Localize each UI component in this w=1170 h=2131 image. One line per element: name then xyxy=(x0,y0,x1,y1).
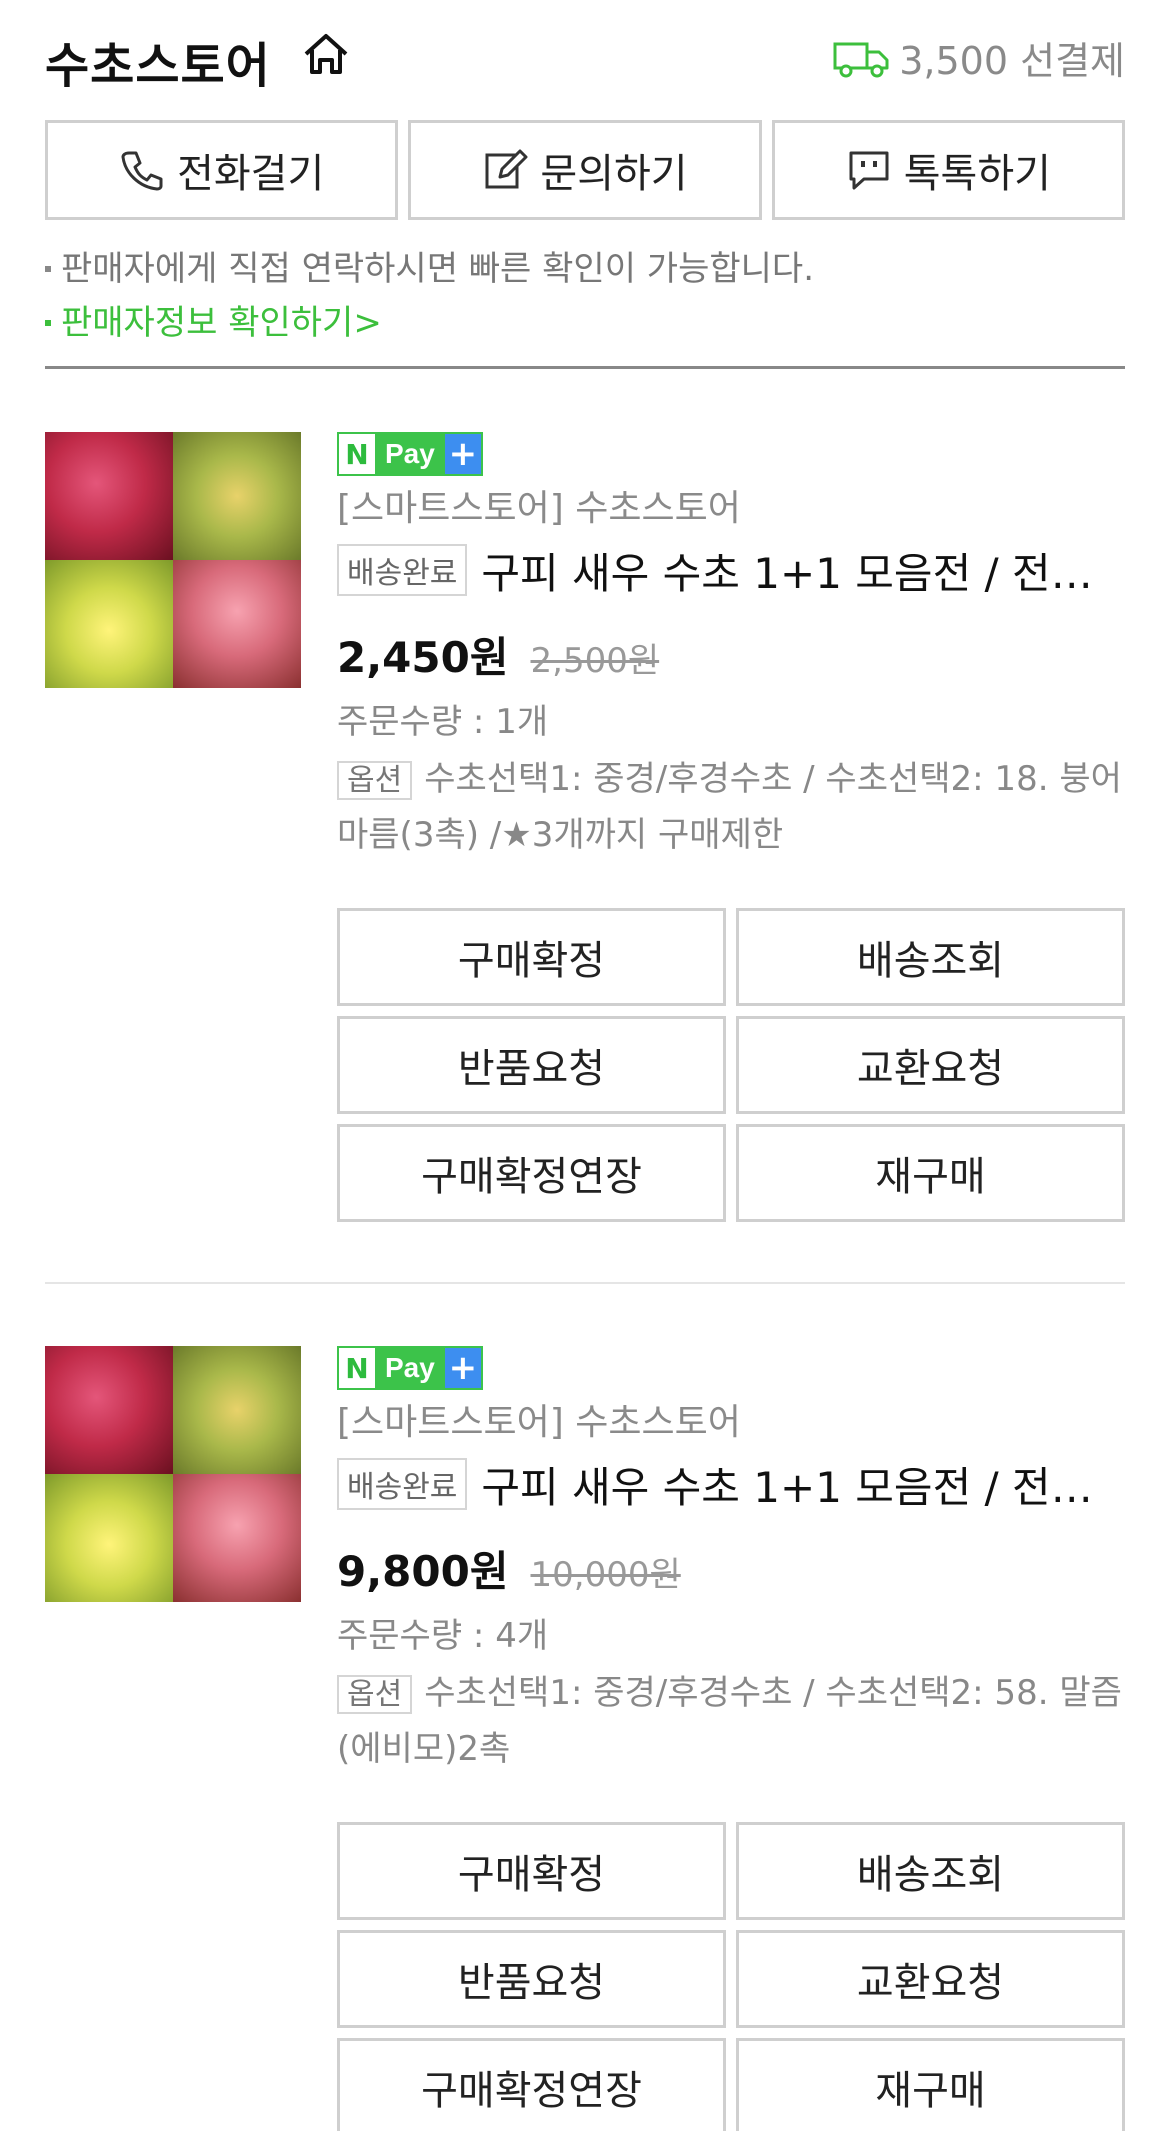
plus-icon: + xyxy=(444,434,481,474)
option-badge: 옵션 xyxy=(337,761,413,800)
option-text: 수초선택1: 중경/후경수초 / 수초선택2: 58. 말즘(에비모)2촉 xyxy=(337,1673,1122,1769)
option-badge: 옵션 xyxy=(337,1675,413,1714)
product-thumbnail[interactable] xyxy=(45,432,301,688)
store-title[interactable]: 수초스토어 xyxy=(45,26,271,96)
talktalk-button[interactable]: 톡톡하기 xyxy=(771,120,1125,220)
status-badge: 배송완료 xyxy=(337,544,468,596)
call-button[interactable]: 전화걸기 xyxy=(45,120,399,220)
notice-text: 판매자에게 직접 연락하시면 빠른 확인이 가능합니다. xyxy=(61,249,815,289)
confirm-purchase-button[interactable]: 구매확정 xyxy=(337,1822,726,1920)
order-divider xyxy=(45,1282,1125,1284)
npay-label: Pay xyxy=(375,1348,445,1388)
chat-icon xyxy=(849,151,889,190)
repurchase-button[interactable]: 재구매 xyxy=(736,1124,1125,1222)
naver-n-icon: N xyxy=(339,1348,375,1388)
order-option: 옵션 수초선택1: 중경/후경수초 / 수초선택2: 58. 말즘(에비모)2촉 xyxy=(337,1666,1125,1776)
seller-name[interactable]: [스마트스토어] 수초스토어 xyxy=(337,1398,1125,1448)
order-actions: 구매확정 배송조회 반품요청 교환요청 구매확정연장 재구매 xyxy=(337,1822,1125,2131)
contact-buttons: 전화걸기 문의하기 톡톡하기 xyxy=(45,120,1125,220)
product-name[interactable]: 구피 새우 수초 1+1 모음전 / 전국 최저가 수초 할인 xyxy=(481,540,1125,601)
track-delivery-button[interactable]: 배송조회 xyxy=(736,1822,1125,1920)
call-button-label: 전화걸기 xyxy=(177,151,325,197)
home-icon[interactable] xyxy=(300,28,352,80)
inquiry-button-label: 문의하기 xyxy=(540,151,688,197)
extend-confirm-button[interactable]: 구매확정연장 xyxy=(337,1124,726,1222)
phone-icon xyxy=(121,151,163,191)
confirm-purchase-button[interactable]: 구매확정 xyxy=(337,908,726,1006)
return-request-button[interactable]: 반품요청 xyxy=(337,1930,726,2028)
order-actions: 구매확정 배송조회 반품요청 교환요청 구매확정연장 재구매 xyxy=(337,908,1125,1222)
seller-info-link[interactable]: 판매자정보 확인하기> xyxy=(61,296,382,350)
repurchase-button[interactable]: 재구매 xyxy=(736,2038,1125,2131)
order-quantity: 주문수량 : 4개 xyxy=(337,1616,549,1656)
plus-icon: + xyxy=(444,1348,481,1388)
original-price: 2,500원 xyxy=(530,641,660,681)
return-request-button[interactable]: 반품요청 xyxy=(337,1016,726,1114)
shipping-text: 3,500 선결제 xyxy=(899,39,1125,83)
order-info: N Pay + [스마트스토어] 수초스토어 배송완료 구피 새우 수초 1+1… xyxy=(337,1346,1125,1776)
order-option: 옵션 수초선택1: 중경/후경수초 / 수초선택2: 18. 붕어마름(3촉) /… xyxy=(337,752,1125,862)
status-badge: 배송완료 xyxy=(337,1458,468,1510)
seller-name[interactable]: [스마트스토어] 수초스토어 xyxy=(337,484,1125,534)
npay-plus-badge: N Pay + xyxy=(337,432,483,476)
exchange-request-button[interactable]: 교환요청 xyxy=(736,1016,1125,1114)
product-name[interactable]: 구피 새우 수초 1+1 모음전 / 전국 최저가 수초 할인 xyxy=(481,1454,1125,1515)
order-quantity: 주문수량 : 1개 xyxy=(337,702,549,742)
shipping-fee: 3,500 선결제 xyxy=(833,30,1125,85)
extend-confirm-button[interactable]: 구매확정연장 xyxy=(337,2038,726,2131)
price: 2,450원 xyxy=(337,633,509,682)
product-thumbnail[interactable] xyxy=(45,1346,301,1602)
option-text: 수초선택1: 중경/후경수초 / 수초선택2: 18. 붕어마름(3촉) /★3… xyxy=(337,759,1122,855)
track-delivery-button[interactable]: 배송조회 xyxy=(736,908,1125,1006)
exchange-request-button[interactable]: 교환요청 xyxy=(736,1930,1125,2028)
price: 9,800원 xyxy=(337,1547,509,1596)
inquiry-button[interactable]: 문의하기 xyxy=(408,120,762,220)
original-price: 10,000원 xyxy=(530,1555,681,1595)
bullet xyxy=(45,266,51,272)
order-info: N Pay + [스마트스토어] 수초스토어 배송완료 구피 새우 수초 1+1… xyxy=(337,432,1125,862)
bullet xyxy=(45,320,51,326)
edit-icon xyxy=(485,149,528,189)
truck-icon xyxy=(833,42,889,77)
section-divider xyxy=(45,366,1125,369)
naver-n-icon: N xyxy=(339,434,375,474)
talktalk-button-label: 톡톡하기 xyxy=(903,151,1051,197)
npay-label: Pay xyxy=(375,434,445,474)
npay-plus-badge: N Pay + xyxy=(337,1346,483,1390)
store-header: 수초스토어 3,500 선결제 xyxy=(45,20,1125,94)
contact-notice: 판매자에게 직접 연락하시면 빠른 확인이 가능합니다. 판매자정보 확인하기> xyxy=(45,242,814,350)
